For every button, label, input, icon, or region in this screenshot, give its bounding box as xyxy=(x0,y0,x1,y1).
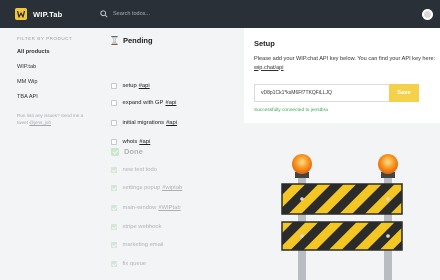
avatar-image xyxy=(424,10,431,18)
task-text: stripe webhook xyxy=(122,224,162,230)
task-tag[interactable]: #api xyxy=(165,100,176,106)
task-checkbox-checked[interactable] xyxy=(111,224,117,230)
pending-section-title: Pending xyxy=(111,36,153,45)
task-checkbox[interactable] xyxy=(111,139,117,145)
done-task[interactable]: fix queue xyxy=(111,261,146,267)
construction-barricade-icon xyxy=(281,154,403,280)
app-title: WIP.Tab xyxy=(33,9,63,19)
task-tag[interactable]: #WIPtab xyxy=(158,205,180,211)
done-task[interactable]: new test todo xyxy=(111,167,157,173)
pending-task[interactable]: initial migrations #api xyxy=(111,120,177,126)
done-task[interactable]: stripe webhook xyxy=(111,224,162,230)
api-key-row: Save xyxy=(254,84,419,102)
task-text: fix queue xyxy=(122,261,147,267)
twitter-handle-link[interactable]: @jens_joh xyxy=(29,120,51,125)
save-button[interactable]: Save xyxy=(389,84,419,102)
sidebar-help-note: Run into any issues? Send me a tweet @je… xyxy=(17,113,91,126)
sidebar-item-wip-tab[interactable]: WIP.tab xyxy=(17,64,101,79)
done-task[interactable]: main-window #WIPtab xyxy=(111,205,181,211)
pending-task[interactable]: whois #api xyxy=(111,139,150,145)
search-bar xyxy=(100,10,422,18)
task-text: setup xyxy=(122,83,137,89)
task-text: expand with GP xyxy=(122,100,164,106)
sidebar-item-all-products[interactable]: All products xyxy=(17,49,101,64)
api-key-input[interactable] xyxy=(254,84,389,102)
task-tag[interactable]: #api xyxy=(166,120,177,126)
task-checkbox-checked[interactable] xyxy=(111,185,117,191)
api-key-link[interactable]: wip.chat/api xyxy=(254,65,284,71)
setup-panel: Setup Please add your WIP.chat API key b… xyxy=(244,28,440,123)
setup-title: Setup xyxy=(254,39,275,48)
hourglass-icon xyxy=(111,36,118,45)
task-text: whois xyxy=(122,139,138,145)
done-title: Done xyxy=(124,147,143,156)
task-text: marketing email xyxy=(122,242,164,248)
search-input[interactable] xyxy=(113,11,313,17)
setup-description-text: Please add your WIP.chat API key below. … xyxy=(254,56,436,62)
checkmark-icon xyxy=(111,147,119,156)
task-tag[interactable]: #wiptab xyxy=(162,185,182,191)
sidebar: FILTER BY PRODUCT All products WIP.tab M… xyxy=(0,28,101,280)
setup-description: Please add your WIP.chat API key below. … xyxy=(254,55,436,72)
task-checkbox-checked[interactable] xyxy=(111,261,117,267)
search-icon xyxy=(100,10,108,18)
task-checkbox[interactable] xyxy=(111,83,117,89)
task-checkbox-checked[interactable] xyxy=(111,167,117,173)
task-checkbox[interactable] xyxy=(111,120,117,126)
task-tag[interactable]: #api xyxy=(139,83,150,89)
task-checkbox-checked[interactable] xyxy=(111,205,117,211)
task-text: main-window xyxy=(122,205,157,211)
wip-logo-icon xyxy=(15,8,27,20)
sidebar-item-mm-wip[interactable]: MM Wip xyxy=(17,79,101,94)
top-bar: WIP.Tab xyxy=(0,0,440,28)
pending-task[interactable]: expand with GP #api xyxy=(111,100,176,106)
task-checkbox-checked[interactable] xyxy=(111,242,117,248)
avatar[interactable] xyxy=(422,8,433,20)
done-section-title: Done xyxy=(111,147,143,156)
task-tag[interactable]: #api xyxy=(139,139,150,145)
pending-task[interactable]: setup #api xyxy=(111,83,150,89)
task-text: new test todo xyxy=(122,167,157,173)
done-task[interactable]: settings popup #wiptab xyxy=(111,185,182,191)
task-checkbox[interactable] xyxy=(111,100,117,106)
task-text: initial migrations xyxy=(122,120,165,126)
sidebar-item-tba-api[interactable]: TBA API xyxy=(17,94,101,109)
pending-title: Pending xyxy=(123,36,153,45)
task-list: Pending setup #api expand with GP #api i… xyxy=(101,28,244,280)
app-logo[interactable]: WIP.Tab xyxy=(15,8,100,20)
done-task[interactable]: marketing email xyxy=(111,242,163,248)
connection-status: Successfully connected to jenstbra xyxy=(254,108,328,113)
filter-heading: FILTER BY PRODUCT xyxy=(17,36,73,41)
task-text: settings popup xyxy=(122,185,161,191)
